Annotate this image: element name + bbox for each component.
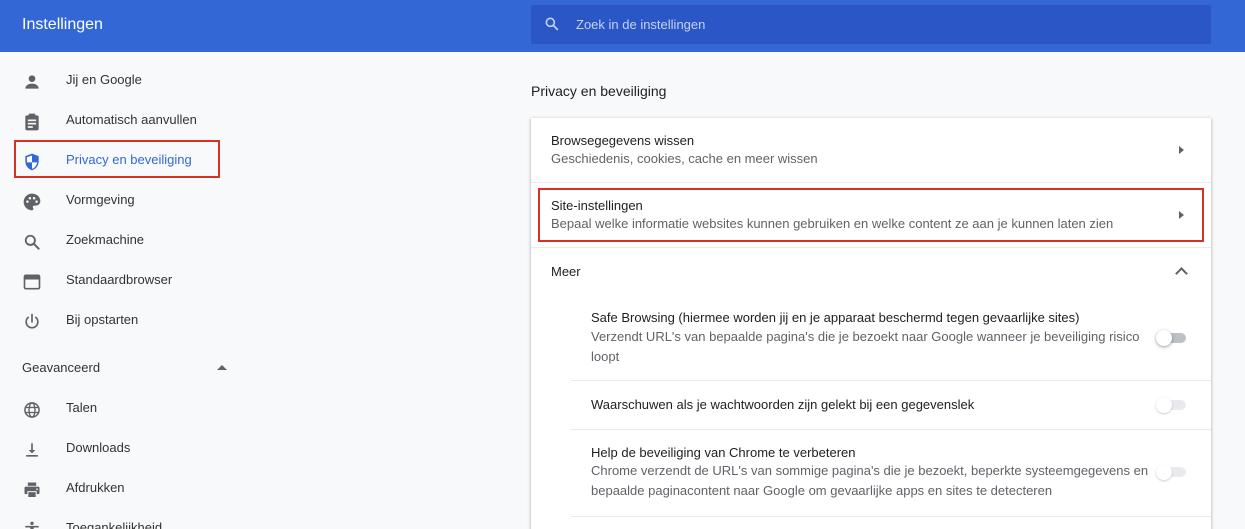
password-leak-row: Waarschuwen als je wachtwoorden zijn gel…	[571, 381, 1211, 429]
clear-browsing-data-row[interactable]: Browsegegevens wissen Geschiedenis, cook…	[531, 118, 1211, 182]
sidebar-item-downloads[interactable]: Downloads	[0, 428, 250, 468]
search-placeholder: Zoek in de instellingen	[576, 17, 706, 32]
sidebar-item-label: Zoekmachine	[66, 232, 145, 247]
sidebar-item-you-and-google[interactable]: Jij en Google	[0, 60, 250, 100]
search-input[interactable]: Zoek in de instellingen	[531, 5, 1211, 44]
sidebar: Jij en Google Automatisch aanvullen Priv…	[0, 52, 250, 529]
browser-window-icon	[23, 274, 41, 290]
caret-up-icon[interactable]	[217, 365, 227, 370]
sidebar-item-on-startup[interactable]: Bij opstarten	[0, 300, 250, 340]
row-title: Browsegegevens wissen	[551, 133, 695, 148]
more-expander[interactable]: Meer	[531, 248, 1211, 294]
palette-icon	[23, 193, 41, 211]
printer-icon	[24, 482, 40, 498]
sidebar-item-label: Afdrukken	[66, 480, 125, 495]
section-title: Privacy en beveiliging	[531, 83, 667, 99]
row-title: Waarschuwen als je wachtwoorden zijn gel…	[591, 397, 975, 412]
clipboard-icon	[25, 113, 39, 131]
sidebar-item-label: Automatisch aanvullen	[66, 112, 197, 127]
row-title: Safe Browsing (hiermee worden jij en je …	[591, 310, 1080, 325]
sidebar-item-label: Downloads	[66, 440, 131, 455]
row-title: Help de beveiliging van Chrome te verbet…	[591, 445, 856, 460]
divider	[571, 516, 1211, 517]
row-subtitle: Chrome verzendt de URL's van sommige pag…	[591, 463, 1149, 478]
sidebar-item-accessibility[interactable]: Toegankelijkheid	[0, 508, 250, 529]
arrow-right-icon	[1179, 146, 1184, 154]
settings-card: Browsegegevens wissen Geschiedenis, cook…	[531, 118, 1211, 529]
page-title: Instellingen	[22, 16, 103, 33]
accessibility-icon	[25, 521, 39, 529]
person-icon	[25, 75, 39, 89]
globe-icon	[24, 402, 40, 418]
sidebar-item-label: Standaardbrowser	[66, 272, 173, 287]
sidebar-item-appearance[interactable]: Vormgeving	[0, 180, 250, 220]
row-subtitle: Verzendt URL's van bepaalde pagina's die…	[591, 329, 1140, 344]
more-label: Meer	[551, 264, 581, 279]
sidebar-item-label: Jij en Google	[66, 72, 142, 87]
safe-browsing-toggle[interactable]	[1156, 330, 1188, 346]
download-icon	[26, 443, 38, 457]
improve-security-toggle[interactable]	[1156, 464, 1188, 480]
row-subtitle: bepaalde paginacontent naar Google om ge…	[591, 483, 1053, 498]
sidebar-item-label: Toegankelijkheid	[66, 520, 163, 529]
chevron-up-icon	[1175, 267, 1188, 280]
header-bar: Instellingen Zoek in de instellingen	[0, 0, 1245, 52]
improve-security-row: Help de beveiliging van Chrome te verbet…	[571, 430, 1211, 516]
sidebar-item-languages[interactable]: Talen	[0, 388, 250, 428]
sidebar-item-printing[interactable]: Afdrukken	[0, 468, 250, 508]
sidebar-item-default-browser[interactable]: Standaardbrowser	[0, 260, 250, 300]
sidebar-item-label: Vormgeving	[66, 192, 135, 207]
sidebar-item-autofill[interactable]: Automatisch aanvullen	[0, 100, 250, 140]
search-icon	[24, 234, 40, 250]
power-icon	[25, 313, 39, 329]
sidebar-item-label: Bij opstarten	[66, 312, 139, 327]
sidebar-item-label: Talen	[66, 400, 98, 415]
password-leak-toggle[interactable]	[1156, 397, 1188, 413]
row-subtitle: loopt	[591, 349, 620, 364]
sidebar-advanced-toggle[interactable]: Geavanceerd	[22, 360, 100, 376]
safe-browsing-row: Safe Browsing (hiermee worden jij en je …	[571, 294, 1211, 380]
search-icon	[545, 17, 559, 31]
highlight-box	[14, 140, 220, 178]
highlight-box	[538, 188, 1204, 242]
sidebar-item-search-engine[interactable]: Zoekmachine	[0, 220, 250, 260]
row-subtitle: Geschiedenis, cookies, cache en meer wis…	[551, 151, 818, 166]
